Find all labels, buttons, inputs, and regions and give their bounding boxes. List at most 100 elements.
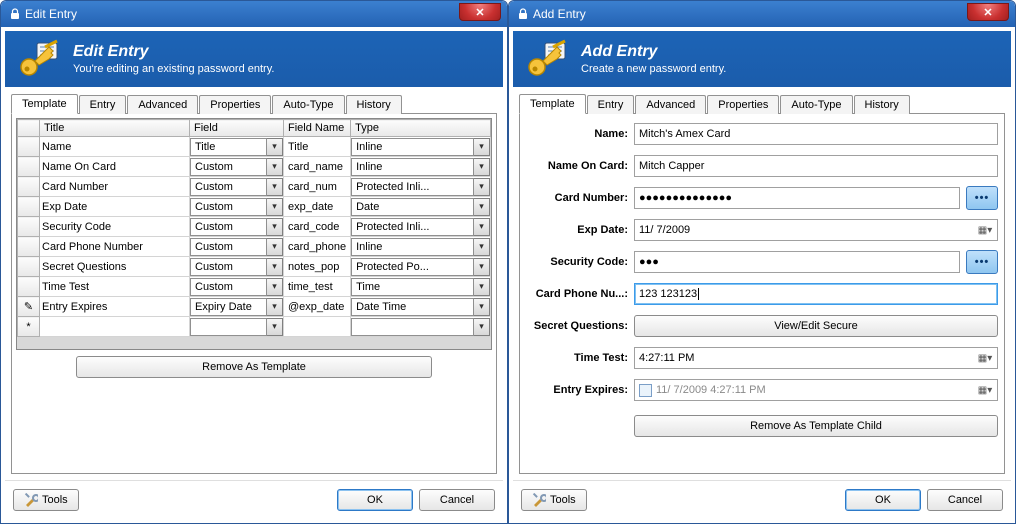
entryexpires-input[interactable]: 11/ 7/2009 4:27:11 PM ▦▾ bbox=[634, 379, 998, 401]
dropdown-button[interactable] bbox=[474, 218, 490, 236]
dropdown-button[interactable] bbox=[267, 298, 283, 316]
row-selector[interactable] bbox=[18, 257, 40, 277]
tab-advanced[interactable]: Advanced bbox=[127, 95, 198, 114]
dropdown-button[interactable] bbox=[267, 218, 283, 236]
grid-row[interactable]: NameTitleTitleInline bbox=[18, 137, 491, 157]
dropdown-button[interactable] bbox=[474, 318, 490, 336]
grid-header[interactable]: Type bbox=[351, 120, 491, 137]
row-selector[interactable]: * bbox=[18, 317, 40, 337]
view-edit-secure-button[interactable]: View/Edit Secure bbox=[634, 315, 998, 337]
row-selector[interactable] bbox=[18, 277, 40, 297]
remove-as-template-child-button[interactable]: Remove As Template Child bbox=[634, 415, 998, 437]
row-selector[interactable] bbox=[18, 157, 40, 177]
grid-row[interactable]: Secret QuestionsCustomnotes_popProtected… bbox=[18, 257, 491, 277]
cell-type[interactable]: Time bbox=[351, 277, 491, 297]
grid-row[interactable]: Name On CardCustomcard_nameInline bbox=[18, 157, 491, 177]
cell-type[interactable] bbox=[351, 317, 491, 337]
cell-title[interactable]: Time Test bbox=[40, 277, 190, 297]
remove-as-template-button[interactable]: Remove As Template bbox=[76, 356, 432, 378]
row-selector[interactable] bbox=[18, 197, 40, 217]
cell-title[interactable]: Secret Questions bbox=[40, 257, 190, 277]
grid-row[interactable]: Exp DateCustomexp_dateDate bbox=[18, 197, 491, 217]
cell-fname[interactable]: card_code bbox=[284, 217, 351, 237]
dropdown-button[interactable] bbox=[267, 158, 283, 176]
cell-type[interactable]: Date Time bbox=[351, 297, 491, 317]
cell-field[interactable]: Custom bbox=[190, 277, 284, 297]
cell-field[interactable]: Custom bbox=[190, 157, 284, 177]
tab-properties[interactable]: Properties bbox=[707, 95, 779, 114]
grid-row[interactable]: Security CodeCustomcard_codeProtected In… bbox=[18, 217, 491, 237]
cell-fname[interactable]: exp_date bbox=[284, 197, 351, 217]
dropdown-button[interactable] bbox=[474, 238, 490, 256]
grid-header[interactable]: Field bbox=[190, 120, 284, 137]
grid-row[interactable]: Time TestCustomtime_testTime bbox=[18, 277, 491, 297]
tab-template[interactable]: Template bbox=[519, 94, 586, 114]
close-button[interactable]: ✕ bbox=[967, 3, 1009, 21]
dropdown-button[interactable] bbox=[267, 278, 283, 296]
cancel-button[interactable]: Cancel bbox=[927, 489, 1003, 511]
cell-field[interactable]: Custom bbox=[190, 237, 284, 257]
tab-advanced[interactable]: Advanced bbox=[635, 95, 706, 114]
cell-field[interactable]: Title bbox=[190, 137, 284, 157]
cell-title[interactable]: Security Code bbox=[40, 217, 190, 237]
tab-template[interactable]: Template bbox=[11, 94, 78, 114]
cell-title[interactable] bbox=[40, 317, 190, 337]
calendar-icon[interactable]: ▦▾ bbox=[977, 385, 993, 396]
dropdown-button[interactable] bbox=[474, 178, 490, 196]
tab-autotype[interactable]: Auto-Type bbox=[780, 95, 852, 114]
cell-fname[interactable] bbox=[284, 317, 351, 337]
row-selector[interactable] bbox=[18, 217, 40, 237]
tab-entry[interactable]: Entry bbox=[587, 95, 635, 114]
calendar-icon[interactable]: ▦▾ bbox=[977, 225, 993, 236]
cell-type[interactable]: Inline bbox=[351, 137, 491, 157]
tab-entry[interactable]: Entry bbox=[79, 95, 127, 114]
tools-button[interactable]: Tools bbox=[13, 489, 79, 511]
row-selector[interactable]: ✎ bbox=[18, 297, 40, 317]
ok-button[interactable]: OK bbox=[845, 489, 921, 511]
dropdown-button[interactable] bbox=[267, 238, 283, 256]
titlebar[interactable]: Edit Entry ✕ bbox=[1, 1, 507, 27]
cell-fname[interactable]: Title bbox=[284, 137, 351, 157]
template-grid[interactable]: TitleFieldField NameTypeNameTitleTitleIn… bbox=[16, 118, 492, 350]
reveal-securitycode-button[interactable]: ••• bbox=[966, 250, 998, 274]
cell-field[interactable]: Custom bbox=[190, 217, 284, 237]
tools-button[interactable]: Tools bbox=[521, 489, 587, 511]
name-input[interactable]: Mitch's Amex Card bbox=[634, 123, 998, 145]
cell-title[interactable]: Card Phone Number bbox=[40, 237, 190, 257]
nameoncard-input[interactable]: Mitch Capper bbox=[634, 155, 998, 177]
dropdown-button[interactable] bbox=[267, 178, 283, 196]
row-selector[interactable] bbox=[18, 177, 40, 197]
expdate-input[interactable]: 11/ 7/2009 ▦▾ bbox=[634, 219, 998, 241]
securitycode-input[interactable]: ●●● bbox=[634, 251, 960, 273]
cell-fname[interactable]: @exp_date bbox=[284, 297, 351, 317]
dropdown-button[interactable] bbox=[474, 138, 490, 156]
cell-title[interactable]: Entry Expires bbox=[40, 297, 190, 317]
ok-button[interactable]: OK bbox=[337, 489, 413, 511]
dropdown-button[interactable] bbox=[267, 198, 283, 216]
dropdown-button[interactable] bbox=[267, 258, 283, 276]
row-selector[interactable] bbox=[18, 237, 40, 257]
grid-header[interactable]: Title bbox=[40, 120, 190, 137]
entryexpires-checkbox[interactable] bbox=[639, 384, 652, 397]
cell-fname[interactable]: notes_pop bbox=[284, 257, 351, 277]
dropdown-button[interactable] bbox=[474, 298, 490, 316]
calendar-icon[interactable]: ▦▾ bbox=[977, 353, 993, 364]
cell-fname[interactable]: card_phone bbox=[284, 237, 351, 257]
grid-header[interactable]: Field Name bbox=[284, 120, 351, 137]
titlebar[interactable]: Add Entry ✕ bbox=[509, 1, 1015, 27]
cell-fname[interactable]: time_test bbox=[284, 277, 351, 297]
cell-fname[interactable]: card_name bbox=[284, 157, 351, 177]
cell-field[interactable]: Custom bbox=[190, 177, 284, 197]
dropdown-button[interactable] bbox=[474, 278, 490, 296]
cell-fname[interactable]: card_num bbox=[284, 177, 351, 197]
cell-title[interactable]: Name On Card bbox=[40, 157, 190, 177]
cell-type[interactable]: Inline bbox=[351, 237, 491, 257]
grid-row[interactable]: Card NumberCustomcard_numProtected Inli.… bbox=[18, 177, 491, 197]
cardphone-input[interactable]: 123 123123 bbox=[634, 283, 998, 305]
cell-type[interactable]: Inline bbox=[351, 157, 491, 177]
dropdown-button[interactable] bbox=[474, 258, 490, 276]
tab-properties[interactable]: Properties bbox=[199, 95, 271, 114]
cell-title[interactable]: Exp Date bbox=[40, 197, 190, 217]
cancel-button[interactable]: Cancel bbox=[419, 489, 495, 511]
tab-history[interactable]: History bbox=[854, 95, 910, 114]
